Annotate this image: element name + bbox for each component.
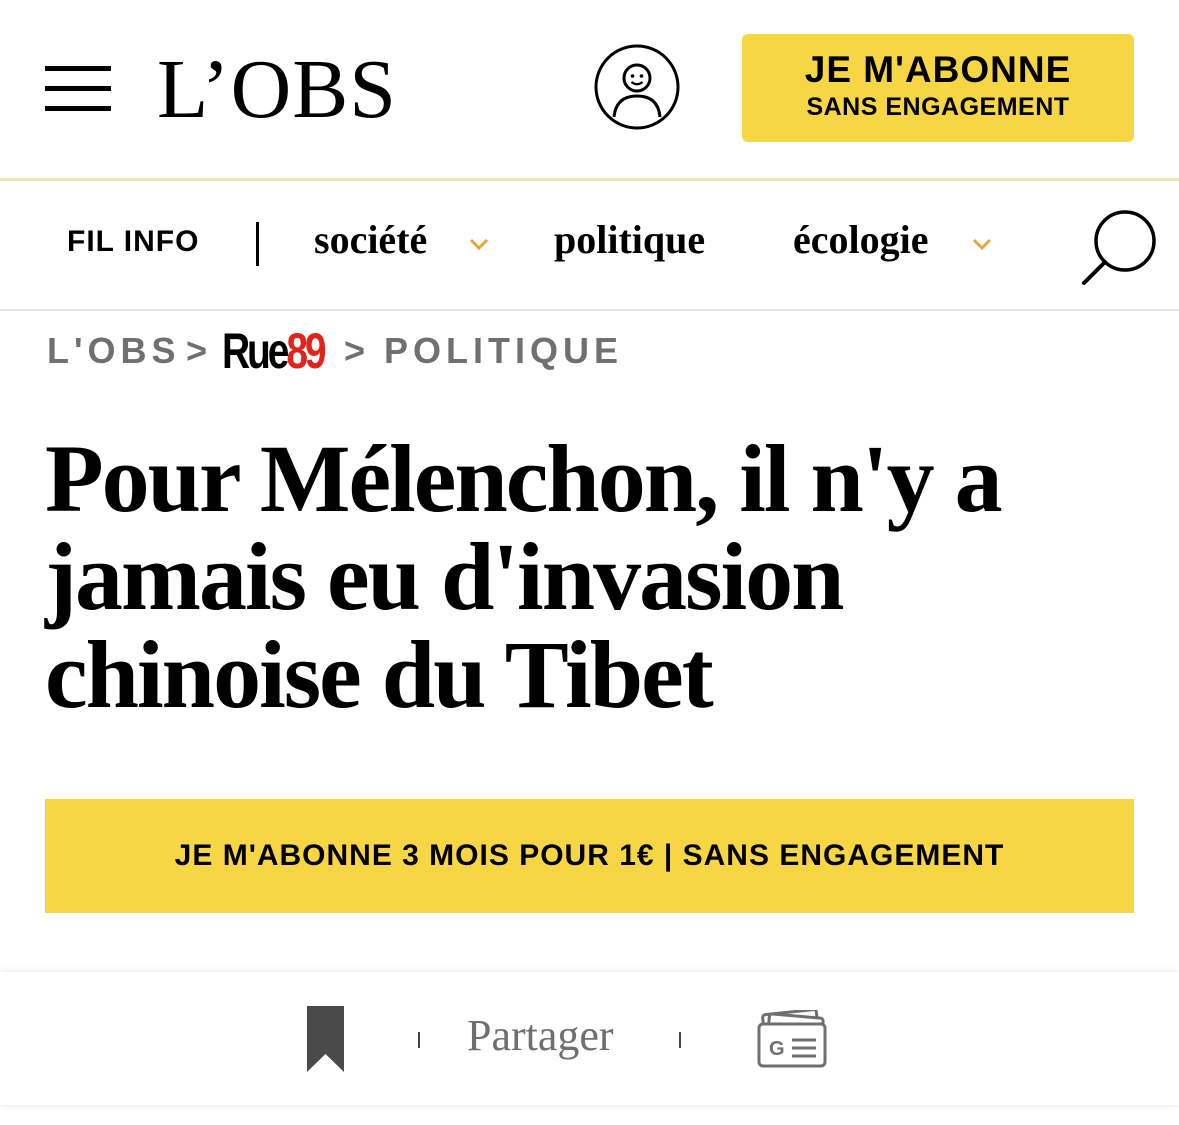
action-bar-separator xyxy=(679,1032,681,1048)
google-news-icon[interactable]: G xyxy=(756,1008,828,1068)
article-headline: Pour Mélenchon, il n'y a jamais eu d'inv… xyxy=(45,425,1003,728)
nav-item-label: société xyxy=(314,217,428,262)
nav-item-societe[interactable]: société xyxy=(314,216,427,263)
header-divider xyxy=(0,178,1179,181)
svg-text:G: G xyxy=(769,1038,785,1060)
breadcrumb-separator: > xyxy=(186,330,208,371)
breadcrumb-home[interactable]: L'OBS xyxy=(47,330,181,372)
share-button[interactable]: Partager xyxy=(467,1010,614,1061)
nav-divider xyxy=(0,309,1179,311)
rue89-logo-part2: 89 xyxy=(286,323,326,379)
subscribe-button-line1: JE M'ABONNE xyxy=(804,49,1072,90)
nav-fil-info[interactable]: FIL INFO xyxy=(67,225,199,259)
action-bar-separator xyxy=(418,1032,420,1048)
subscribe-button[interactable]: JE M'ABONNE SANS ENGAGEMENT xyxy=(742,34,1134,142)
nav-separator xyxy=(256,222,259,266)
nav-item-label: écologie xyxy=(793,217,929,262)
chevron-down-icon[interactable] xyxy=(972,238,992,250)
chevron-down-icon[interactable] xyxy=(469,238,489,250)
breadcrumb-current[interactable]: POLITIQUE xyxy=(384,330,623,372)
account-icon[interactable] xyxy=(594,44,680,130)
bookmark-icon[interactable] xyxy=(307,1006,344,1072)
breadcrumb-rue89-logo[interactable]: Rue89 xyxy=(222,323,327,379)
promo-subscribe-banner[interactable]: JE M'ABONNE 3 MOIS POUR 1€ | SANS ENGAGE… xyxy=(45,799,1134,913)
menu-icon[interactable] xyxy=(45,66,111,112)
site-logo[interactable]: L’OBS xyxy=(157,48,397,132)
breadcrumb-separator: > xyxy=(344,330,366,371)
nav-item-ecologie[interactable]: écologie xyxy=(793,216,929,263)
nav-item-label: politique xyxy=(554,217,706,262)
nav-item-politique[interactable]: politique xyxy=(554,216,705,263)
rue89-logo-part1: Rue xyxy=(222,323,289,379)
subscribe-button-line2: SANS ENGAGEMENT xyxy=(806,93,1070,121)
search-icon[interactable] xyxy=(1080,208,1158,286)
promo-label: JE M'ABONNE 3 MOIS POUR 1€ | SANS ENGAGE… xyxy=(174,839,1005,872)
